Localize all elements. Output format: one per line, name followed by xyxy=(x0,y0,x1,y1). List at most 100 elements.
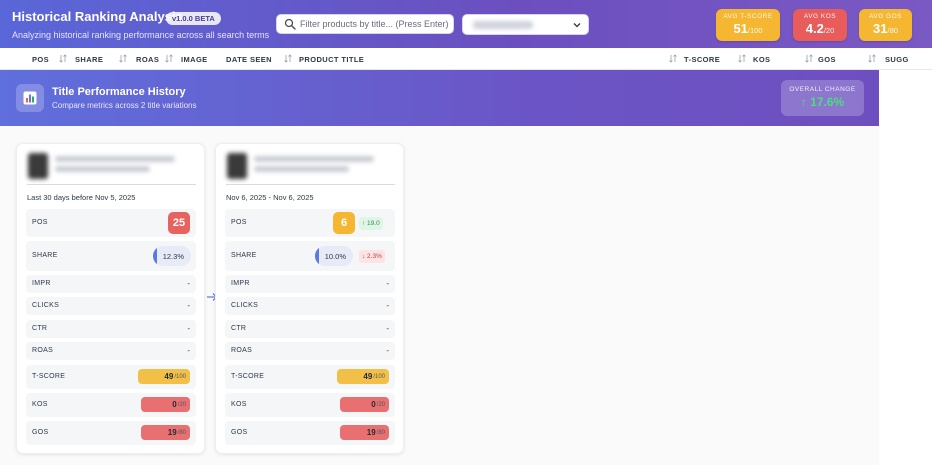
pos-badge: 6 xyxy=(333,212,355,234)
date-range: Last 30 days before Nov 5, 2025 xyxy=(27,193,136,202)
metric-row-gos: GOS 19/80 xyxy=(26,421,196,445)
metric-row-pos: POS 25 xyxy=(26,209,196,237)
metric-row-ctr: CTR - xyxy=(26,320,196,338)
metric-value: - xyxy=(187,279,190,288)
avg-tscore-label: AVG T-SCORE xyxy=(723,13,773,20)
metric-label: GOS xyxy=(231,429,248,436)
metric-label: POS xyxy=(231,219,247,226)
metric-value: - xyxy=(187,346,190,355)
gos-bar: 19/80 xyxy=(340,425,389,440)
metric-label: T-SCORE xyxy=(32,373,66,380)
metric-row-gos: GOS 19/80 xyxy=(225,421,395,445)
metric-label: CLICKS xyxy=(32,302,60,309)
overall-change-value: ↑ 17.6% xyxy=(800,95,845,109)
avg-gos-max: /80 xyxy=(887,26,898,35)
metric-label: ROAS xyxy=(32,347,54,354)
metric-row-pos: POS 6 ↑ 19.0 xyxy=(225,209,395,237)
sort-icon[interactable] xyxy=(59,54,67,63)
gos-max: /80 xyxy=(376,429,385,436)
column-image: IMAGE xyxy=(181,55,208,64)
title-variation-card: Last 30 days before Nov 5, 2025 POS 25 S… xyxy=(16,143,205,454)
avg-kos-label: AVG KOS xyxy=(803,13,837,20)
sort-icon[interactable] xyxy=(868,54,876,63)
product-title-blurred xyxy=(254,156,374,162)
search-input[interactable] xyxy=(300,19,450,29)
column-date-seen: DATE SEEN xyxy=(226,55,272,64)
metric-label: CTR xyxy=(32,325,48,332)
sort-icon[interactable] xyxy=(738,54,746,63)
metric-label: CTR xyxy=(231,325,247,332)
gos-value: 19 xyxy=(366,428,376,437)
chevron-down-icon xyxy=(573,23,581,28)
column-pos[interactable]: POS xyxy=(32,55,49,64)
column-product-title: PRODUCT TITLE xyxy=(299,55,365,64)
share-delta: ↓ 2.3% xyxy=(359,250,385,263)
metric-row-ctr: CTR - xyxy=(225,320,395,338)
search-term-select[interactable] xyxy=(462,14,589,35)
metric-row-share: SHARE 10.0% ↓ 2.3% xyxy=(225,241,395,271)
sort-icon[interactable] xyxy=(284,54,292,63)
metric-label: IMPR xyxy=(231,280,250,287)
share-fill xyxy=(315,246,319,266)
date-range: Nov 6, 2025 - Nov 6, 2025 xyxy=(226,193,314,202)
column-share[interactable]: SHARE xyxy=(75,55,103,64)
metric-row-tscore: T-SCORE 49/100 xyxy=(26,365,196,389)
metric-row-roas: ROAS - xyxy=(26,342,196,360)
app-header: Historical Ranking Analysis v1.0.0 BETA … xyxy=(0,0,932,48)
product-title-blurred xyxy=(55,156,175,162)
metric-value: - xyxy=(187,324,190,333)
search-icon xyxy=(284,18,296,30)
sort-icon[interactable] xyxy=(165,54,173,63)
metric-value: - xyxy=(386,324,389,333)
table-column-header: POS SHARE ROAS IMAGE DATE SEEN PRODUCT T… xyxy=(0,48,932,70)
metric-label: SHARE xyxy=(231,252,257,259)
select-value xyxy=(473,21,533,29)
column-roas[interactable]: ROAS xyxy=(136,55,159,64)
kos-max: /20 xyxy=(177,401,186,408)
metric-label: CLICKS xyxy=(231,302,259,309)
product-thumbnail xyxy=(227,153,247,179)
version-badge: v1.0.0 BETA xyxy=(166,12,221,25)
tscore-bar: 49/100 xyxy=(138,369,190,384)
metric-value: - xyxy=(386,301,389,310)
avg-gos-label: AVG GOS xyxy=(869,13,902,20)
column-kos[interactable]: KOS xyxy=(753,55,770,64)
product-thumbnail xyxy=(28,153,48,179)
share-pill: 10.0% xyxy=(315,246,353,266)
sort-icon[interactable] xyxy=(119,54,127,63)
gos-bar: 19/80 xyxy=(141,425,190,440)
share-value: 12.3% xyxy=(162,251,184,261)
overall-change-box: OVERALL CHANGE ↑ 17.6% xyxy=(781,80,864,116)
metric-row-tscore: T-SCORE 49/100 xyxy=(225,365,395,389)
divider xyxy=(226,184,395,185)
product-title-blurred xyxy=(254,166,349,172)
column-sugg[interactable]: SUGG xyxy=(885,55,909,64)
metric-row-impr: IMPR - xyxy=(225,275,395,293)
pos-delta: ↑ 19.0 xyxy=(359,217,383,230)
metric-label: KOS xyxy=(32,401,48,408)
kos-max: /20 xyxy=(376,401,385,408)
tscore-max: /100 xyxy=(373,373,385,380)
column-gos[interactable]: GOS xyxy=(818,55,836,64)
divider xyxy=(27,184,196,185)
sort-icon[interactable] xyxy=(669,54,677,63)
metric-label: KOS xyxy=(231,401,247,408)
metric-label: T-SCORE xyxy=(231,373,265,380)
metric-label: ROAS xyxy=(231,347,253,354)
metric-row-impr: IMPR - xyxy=(26,275,196,293)
banner-title: Title Performance History xyxy=(52,86,186,98)
share-pill: 12.3% xyxy=(153,246,191,266)
bar-chart-icon xyxy=(16,84,44,112)
gos-max: /80 xyxy=(177,429,186,436)
pos-badge: 25 xyxy=(168,212,190,234)
kos-value: 0 xyxy=(371,400,376,409)
metric-label: SHARE xyxy=(32,252,58,259)
column-tscore[interactable]: T-SCORE xyxy=(684,55,720,64)
metric-row-roas: ROAS - xyxy=(225,342,395,360)
metric-value: - xyxy=(386,279,389,288)
search-box[interactable] xyxy=(276,14,454,34)
tscore-max: /100 xyxy=(174,373,186,380)
kos-bar: 0/20 xyxy=(141,397,190,412)
sort-icon[interactable] xyxy=(805,54,813,63)
share-fill xyxy=(153,246,157,266)
